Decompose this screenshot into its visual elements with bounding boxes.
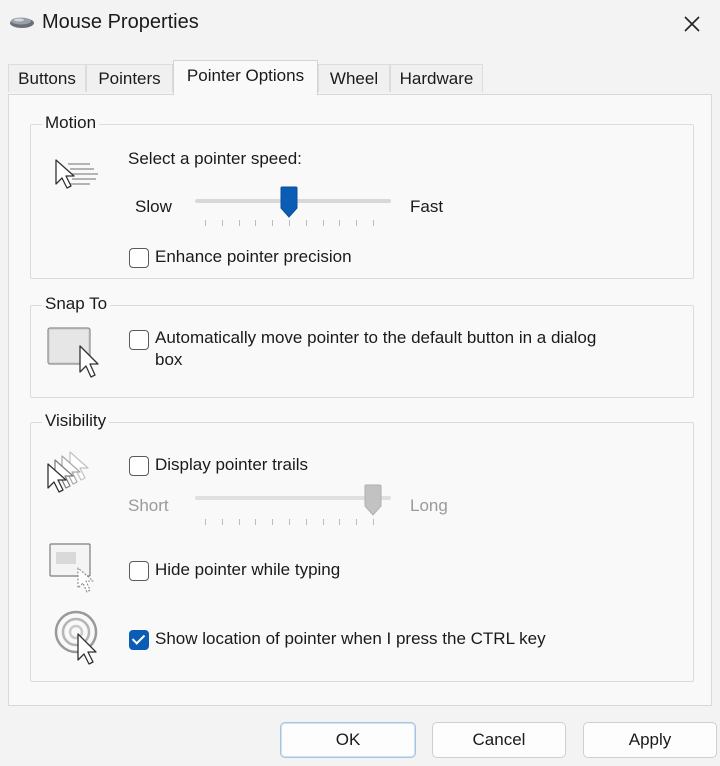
slider-tick	[323, 519, 324, 525]
slider-tick	[255, 220, 256, 226]
close-icon	[684, 16, 700, 32]
trail-length-slider-ticks	[205, 519, 374, 525]
slider-tick	[356, 220, 357, 226]
slider-tick	[339, 519, 340, 525]
slider-tick	[222, 519, 223, 525]
enhance-precision-checkbox[interactable]	[129, 248, 149, 268]
fast-label: Fast	[410, 197, 444, 216]
trail-length-slider-thumb[interactable]	[364, 484, 382, 516]
slider-tick	[205, 220, 206, 226]
enhance-precision-label: Enhance pointer precision	[155, 247, 352, 266]
ctrl-location-checkbox[interactable]	[129, 630, 149, 650]
pointer-speed-icon	[55, 159, 98, 189]
slider-tick	[239, 220, 240, 226]
apply-button[interactable]: Apply	[583, 722, 717, 758]
slider-tick	[373, 220, 374, 226]
hide-pointer-icon	[49, 543, 94, 593]
trail-length-slider-track[interactable]	[195, 496, 391, 500]
hide-while-typing-label: Hide pointer while typing	[155, 560, 341, 579]
slider-tick	[239, 519, 240, 525]
snap-to-label-line1: Automatically move pointer to the defaul…	[155, 328, 597, 347]
tab-wheel[interactable]: Wheel	[318, 64, 390, 92]
pointer-location-icon	[54, 610, 98, 665]
slider-tick	[323, 220, 324, 226]
slider-tick	[373, 519, 374, 525]
close-button[interactable]	[664, 0, 720, 48]
snap-to-label-line2: box	[155, 350, 183, 369]
window-title: Mouse Properties	[42, 11, 199, 33]
tab-hardware[interactable]: Hardware	[390, 64, 483, 92]
pointer-trails-checkbox[interactable]	[129, 456, 149, 476]
speed-slider-ticks	[205, 220, 374, 226]
slider-tick	[356, 519, 357, 525]
title-bar: Mouse Properties	[0, 0, 720, 50]
slider-tick	[205, 519, 206, 525]
slider-tick	[222, 220, 223, 226]
pointer-speed-label: Select a pointer speed:	[128, 149, 302, 168]
pointer-trails-icon	[47, 451, 89, 493]
hide-while-typing-checkbox[interactable]	[129, 561, 149, 581]
ctrl-location-label: Show location of pointer when I press th…	[155, 629, 546, 648]
snap-to-group	[30, 305, 694, 398]
speed-slider-thumb[interactable]	[280, 186, 298, 218]
snap-to-icon	[47, 327, 99, 378]
pointer-trails-label: Display pointer trails	[155, 455, 309, 474]
slow-label: Slow	[135, 197, 172, 216]
slider-tick	[306, 220, 307, 226]
slider-tick	[272, 220, 273, 226]
visibility-legend: Visibility	[42, 411, 110, 431]
slider-tick	[306, 519, 307, 525]
short-label: Short	[128, 496, 169, 515]
slider-tick	[289, 220, 290, 226]
ok-button[interactable]: OK	[280, 722, 416, 758]
cancel-button[interactable]: Cancel	[432, 722, 566, 758]
tab-pointers[interactable]: Pointers	[86, 64, 173, 92]
slider-tick	[289, 519, 290, 525]
motion-legend: Motion	[42, 113, 100, 133]
long-label: Long	[410, 496, 448, 515]
snap-to-checkbox[interactable]	[129, 330, 149, 350]
snap-to-legend: Snap To	[42, 294, 111, 314]
tab-buttons[interactable]: Buttons	[8, 64, 86, 92]
slider-tick	[272, 519, 273, 525]
tab-pointer-options[interactable]: Pointer Options	[173, 60, 318, 95]
mouse-icon	[10, 17, 34, 28]
slider-tick	[255, 519, 256, 525]
slider-tick	[339, 220, 340, 226]
